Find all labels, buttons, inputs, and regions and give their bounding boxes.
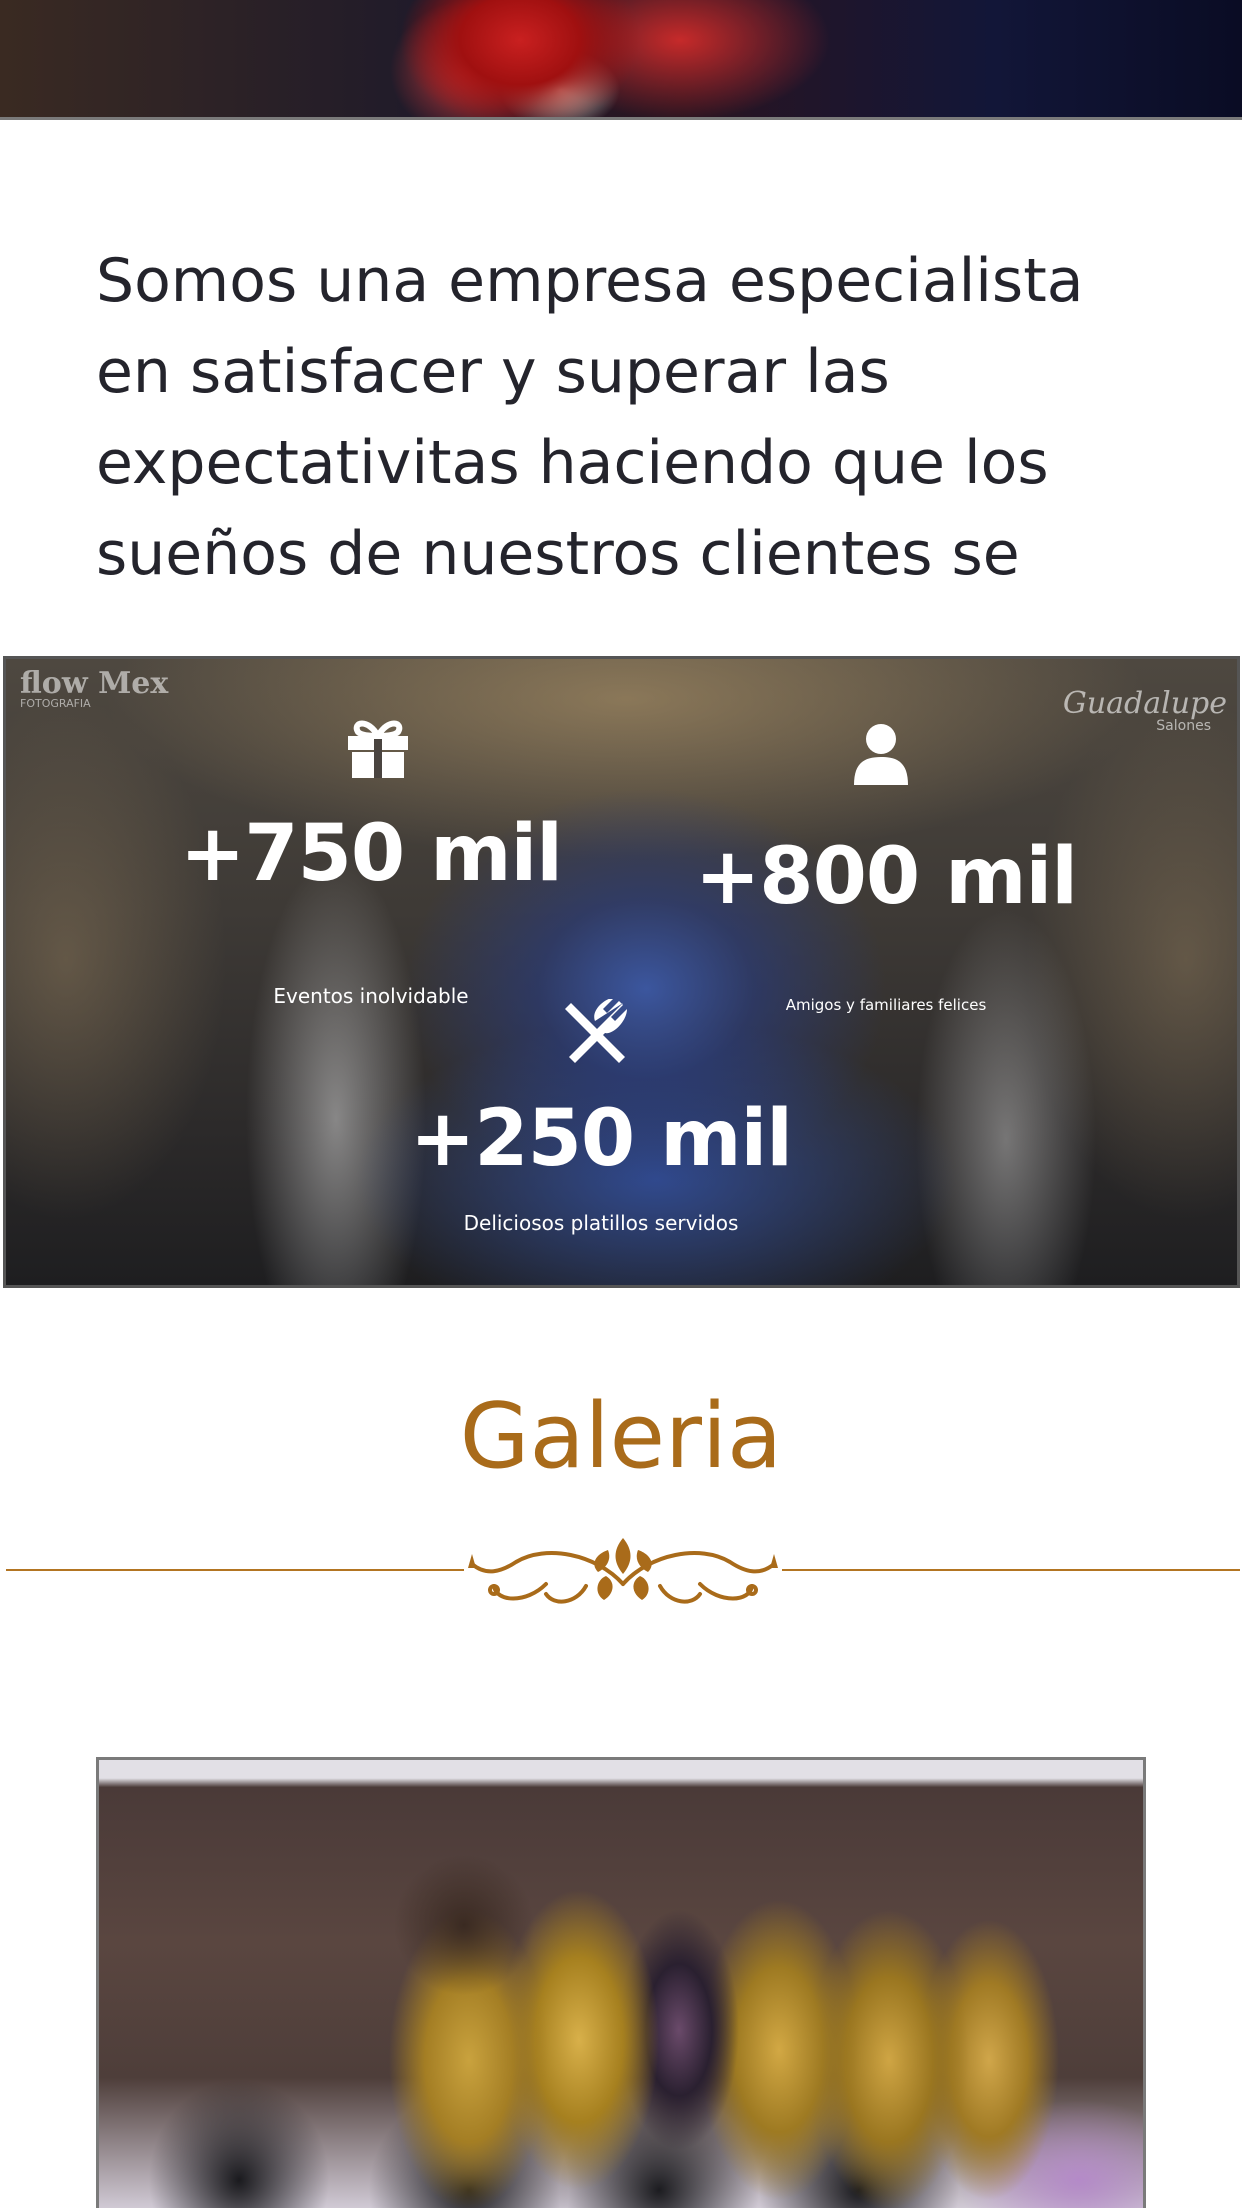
stat-dishes-label: Deliciosos platillos servidos bbox=[463, 1211, 739, 1235]
page: Somos una empresa especialista en satisf… bbox=[0, 0, 1242, 2208]
stat-guests: +800 mil Amigos y familiares felices bbox=[686, 719, 1086, 1014]
hero-photo bbox=[0, 0, 1242, 120]
gallery-heading: Galeria bbox=[459, 1384, 783, 1489]
stat-guests-value: +800 mil bbox=[694, 832, 1078, 922]
gift-icon bbox=[348, 720, 408, 778]
stat-events-value: +750 mil bbox=[179, 809, 563, 899]
intro-text: Somos una empresa especialista en satisf… bbox=[96, 246, 1084, 589]
venue-watermark-name: Guadalupe bbox=[1062, 686, 1227, 721]
ornamental-divider bbox=[6, 1538, 1240, 1604]
stat-events: +750 mil Eventos inolvidable bbox=[146, 714, 596, 1008]
user-icon bbox=[854, 724, 908, 785]
gallery-photo[interactable] bbox=[96, 1757, 1146, 2208]
utensils-icon bbox=[565, 999, 627, 1063]
stat-dishes: +250 mil Deliciosos platillos servidos bbox=[391, 999, 811, 1249]
venue-watermark: Guadalupe Salones bbox=[1062, 686, 1227, 734]
stats-banner: flow Mex FOTOGRAFIA Guadalupe Salones +7… bbox=[3, 656, 1240, 1288]
stat-dishes-value: +250 mil bbox=[409, 1094, 793, 1184]
photographer-watermark-name: flow Mex bbox=[20, 666, 169, 701]
photographer-watermark: flow Mex FOTOGRAFIA bbox=[20, 669, 168, 711]
